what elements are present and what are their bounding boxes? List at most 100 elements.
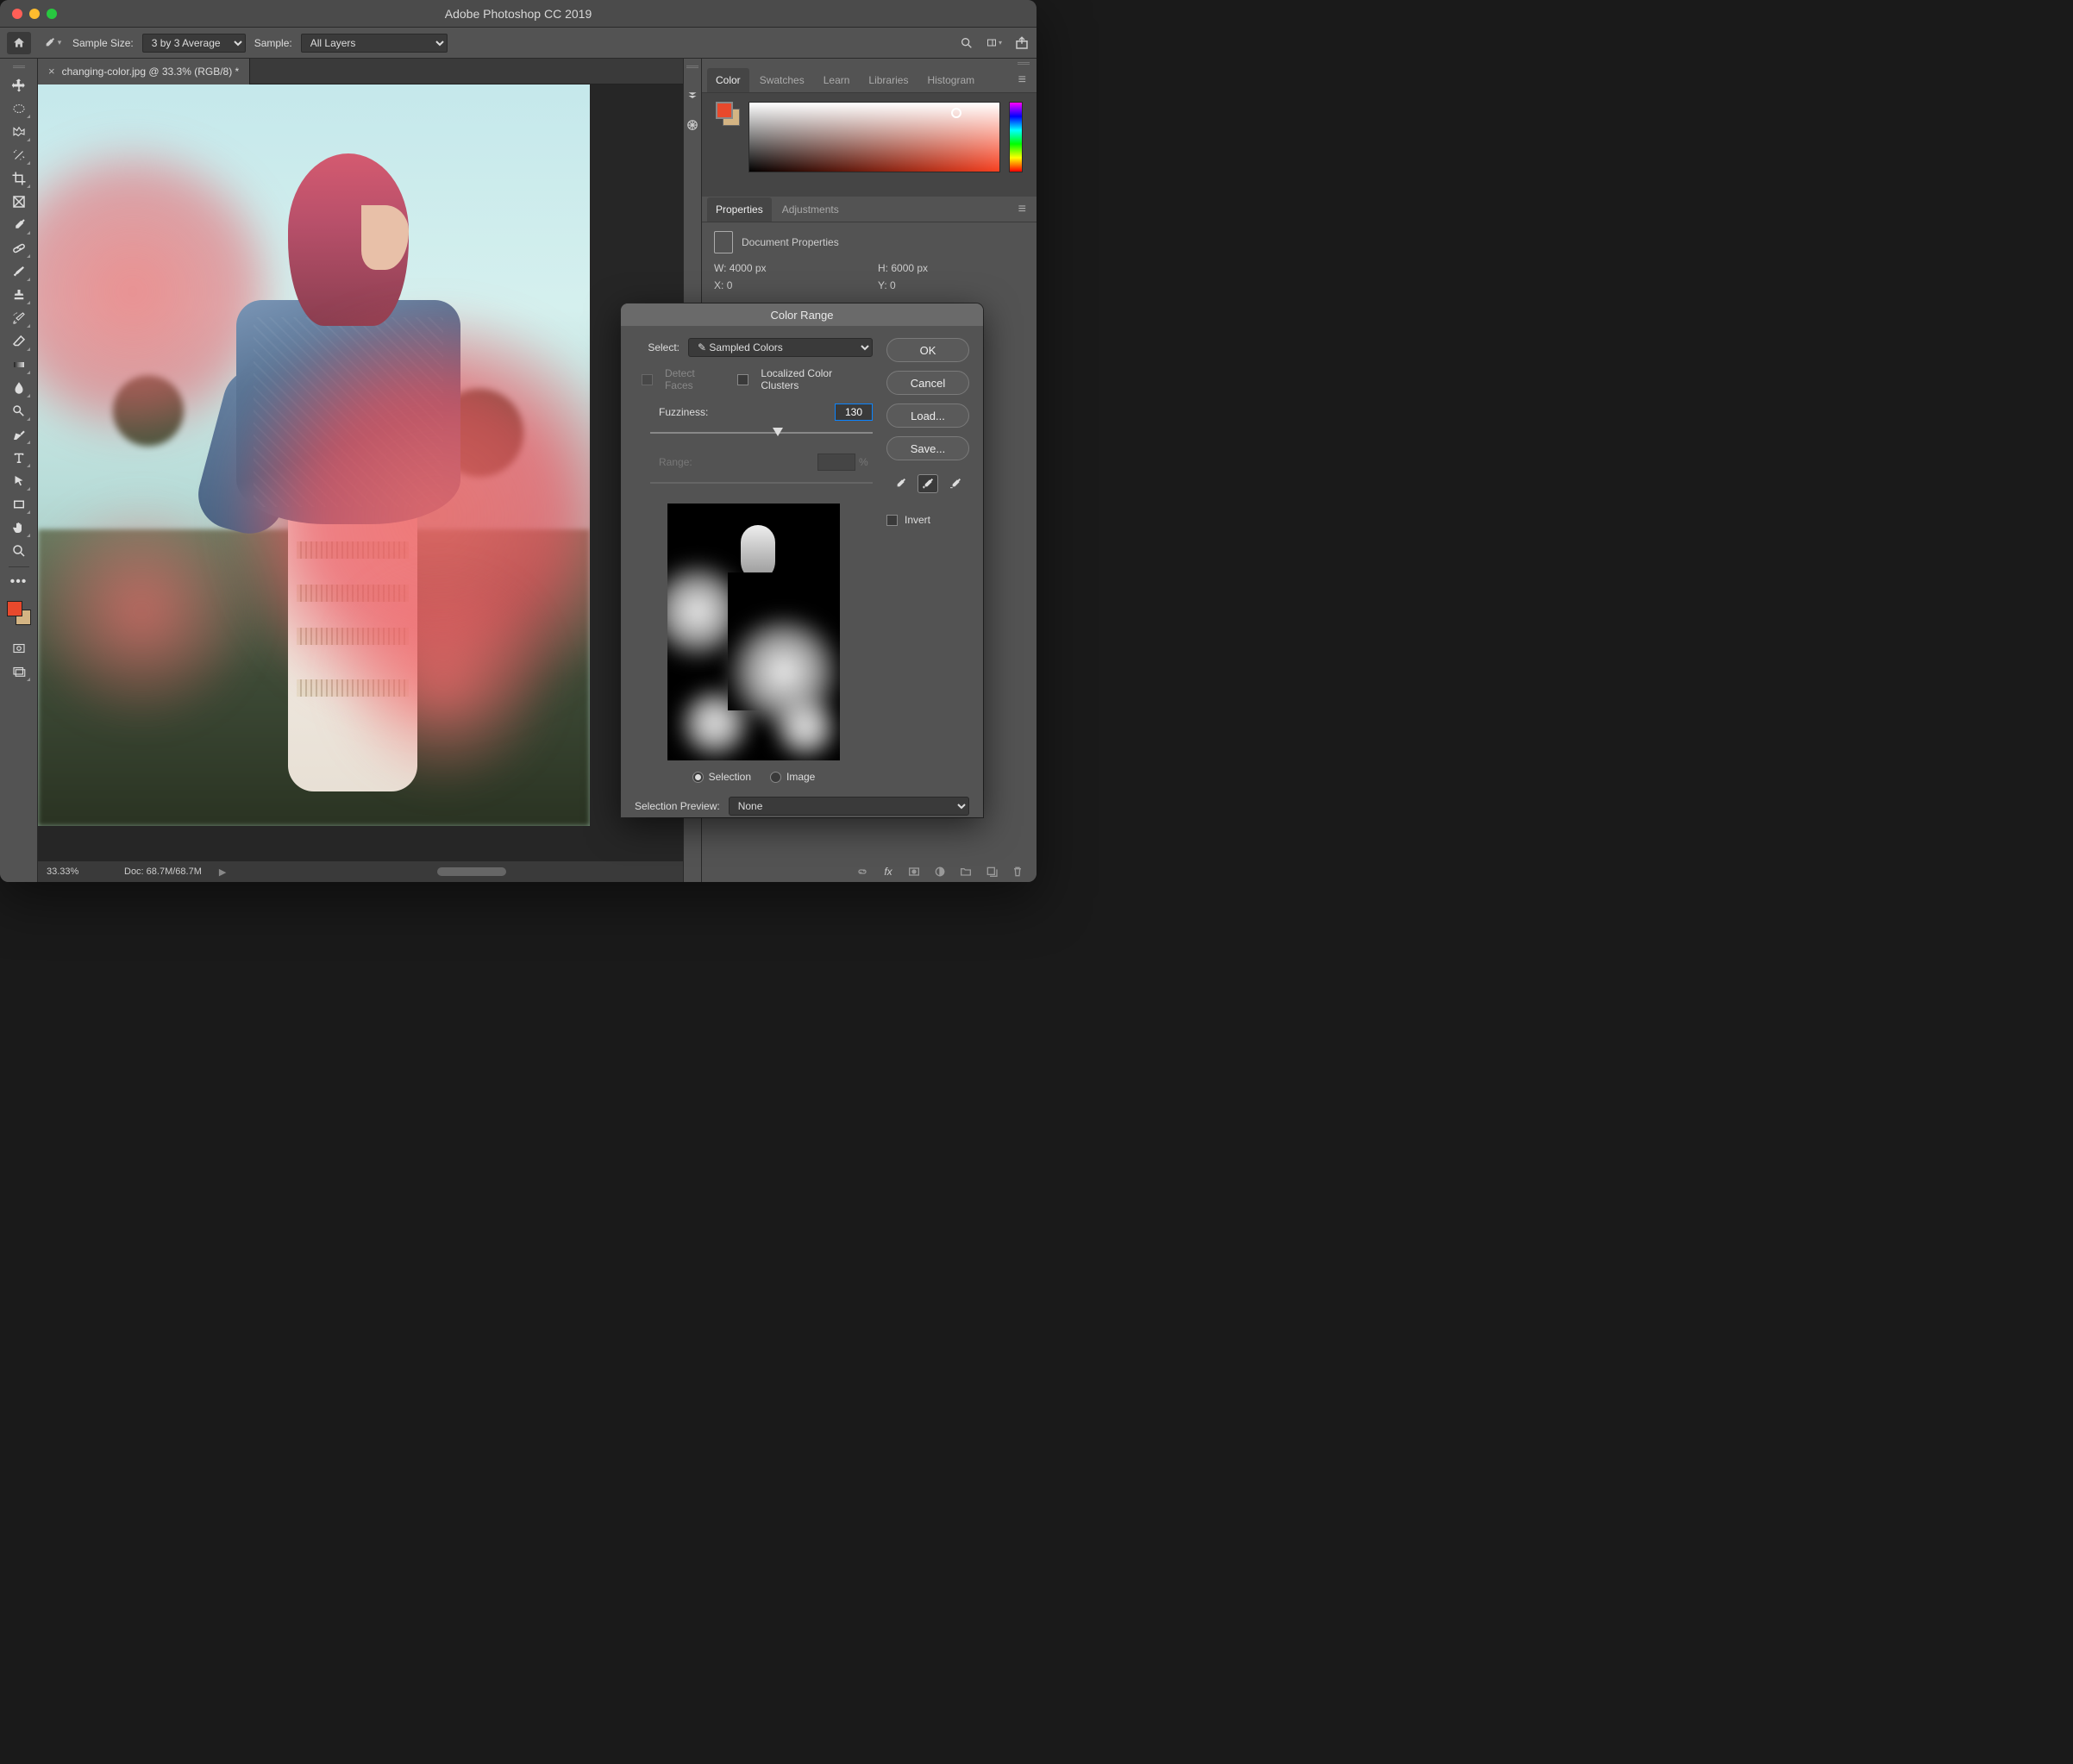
- workspace-button[interactable]: ▾: [986, 35, 1002, 51]
- mask-icon[interactable]: [907, 865, 921, 879]
- select-dropdown[interactable]: ✎ Sampled Colors: [688, 338, 873, 357]
- panel-menu-button[interactable]: ≡: [1013, 202, 1031, 217]
- blur-tool[interactable]: [6, 377, 32, 399]
- panel-menu-button[interactable]: ≡: [1013, 72, 1031, 88]
- dodge-tool[interactable]: [6, 400, 32, 422]
- path-select-tool[interactable]: [6, 470, 32, 492]
- tab-learn[interactable]: Learn: [815, 68, 859, 92]
- document-tab[interactable]: × changing-color.jpg @ 33.3% (RGB/8) *: [38, 59, 250, 84]
- search-button[interactable]: [959, 35, 974, 51]
- brush-tool[interactable]: [6, 260, 32, 283]
- eyedropper-icon: [893, 477, 907, 491]
- move-tool[interactable]: [6, 74, 32, 97]
- panel-foreground-color[interactable]: [716, 102, 733, 119]
- x-value: 0: [727, 279, 733, 291]
- brushes-panel-icon[interactable]: [685, 117, 700, 133]
- invert-checkbox[interactable]: [886, 515, 898, 526]
- brush-settings-icon[interactable]: [685, 88, 700, 103]
- frame-tool[interactable]: [6, 191, 32, 213]
- detect-faces-label: Detect Faces: [665, 367, 725, 391]
- tab-adjustments[interactable]: Adjustments: [773, 197, 848, 222]
- cancel-button[interactable]: Cancel: [886, 371, 969, 395]
- clone-stamp-tool[interactable]: [6, 284, 32, 306]
- selection-preview-dropdown[interactable]: None: [729, 797, 969, 816]
- fullscreen-window-button[interactable]: [47, 9, 57, 19]
- tab-swatches[interactable]: Swatches: [751, 68, 813, 92]
- sample-size-select[interactable]: 3 by 3 Average: [142, 34, 246, 53]
- adjustment-layer-icon[interactable]: [933, 865, 947, 879]
- home-button[interactable]: [7, 32, 31, 54]
- eyedropper-plus-icon: [921, 477, 935, 491]
- eyedropper-add[interactable]: [918, 474, 938, 493]
- detect-faces-checkbox: [642, 374, 653, 385]
- selection-radio[interactable]: Selection: [692, 771, 751, 783]
- sample-select[interactable]: All Layers: [301, 34, 448, 53]
- panel-color-swatches[interactable]: [716, 102, 740, 126]
- fuzziness-label: Fuzziness:: [659, 406, 835, 418]
- lasso-tool[interactable]: [6, 121, 32, 143]
- hue-slider[interactable]: [1009, 102, 1023, 172]
- edit-toolbar-button[interactable]: •••: [6, 571, 32, 593]
- fx-icon[interactable]: fx: [881, 865, 895, 879]
- quick-select-tool[interactable]: [6, 144, 32, 166]
- type-icon: [11, 450, 27, 466]
- tab-color[interactable]: Color: [707, 68, 749, 92]
- color-swatches[interactable]: [7, 601, 31, 625]
- eraser-tool[interactable]: [6, 330, 32, 353]
- selection-preview[interactable]: [667, 504, 840, 760]
- load-button[interactable]: Load...: [886, 403, 969, 428]
- new-layer-icon[interactable]: [985, 865, 999, 879]
- hand-tool[interactable]: [6, 516, 32, 539]
- tab-libraries[interactable]: Libraries: [860, 68, 917, 92]
- foreground-color[interactable]: [7, 601, 22, 616]
- share-button[interactable]: [1014, 35, 1030, 51]
- eyedropper-sample[interactable]: [890, 474, 911, 493]
- type-tool[interactable]: [6, 447, 32, 469]
- tools-panel: •••: [0, 59, 38, 882]
- zoom-icon: [11, 543, 27, 559]
- rectangle-icon: [11, 497, 27, 512]
- canvas[interactable]: [38, 84, 683, 861]
- close-tab-icon[interactable]: ×: [48, 65, 55, 78]
- fuzziness-slider[interactable]: [650, 426, 873, 440]
- gradient-tool[interactable]: [6, 353, 32, 376]
- zoom-tool[interactable]: [6, 540, 32, 562]
- screen-mode-button[interactable]: [6, 660, 32, 683]
- ok-button[interactable]: OK: [886, 338, 969, 362]
- crop-tool[interactable]: [6, 167, 32, 190]
- dock-grip[interactable]: [686, 66, 698, 71]
- height-label: H:: [878, 262, 888, 274]
- status-bar: 33.33% Doc: 68.7M/68.7M ▶: [38, 861, 683, 882]
- horizontal-scrollbar[interactable]: [243, 866, 674, 877]
- image-radio[interactable]: Image: [770, 771, 815, 783]
- zoom-level[interactable]: 33.33%: [47, 866, 107, 877]
- tab-histogram[interactable]: Histogram: [918, 68, 983, 92]
- range-pct: %: [859, 456, 873, 468]
- marquee-tool[interactable]: [6, 97, 32, 120]
- history-brush-tool[interactable]: [6, 307, 32, 329]
- tab-properties[interactable]: Properties: [707, 197, 772, 222]
- tool-preset-picker[interactable]: ▾: [40, 32, 64, 54]
- toolbar-grip[interactable]: [13, 66, 25, 71]
- sample-label: Sample:: [254, 37, 292, 49]
- spot-heal-tool[interactable]: [6, 237, 32, 260]
- frame-icon: [11, 194, 27, 210]
- color-picker-field[interactable]: [748, 102, 1000, 172]
- eyedropper-subtract[interactable]: [945, 474, 966, 493]
- fuzziness-input[interactable]: [835, 403, 873, 421]
- link-layers-icon[interactable]: [855, 865, 869, 879]
- pen-tool[interactable]: [6, 423, 32, 446]
- doc-info[interactable]: Doc: 68.7M/68.7M: [124, 866, 202, 877]
- group-icon[interactable]: [959, 865, 973, 879]
- minimize-window-button[interactable]: [29, 9, 40, 19]
- width-label: W:: [714, 262, 726, 274]
- range-slider: [650, 476, 873, 490]
- quick-mask-button[interactable]: [6, 637, 32, 660]
- close-window-button[interactable]: [12, 9, 22, 19]
- localized-checkbox[interactable]: [737, 374, 748, 385]
- delete-layer-icon[interactable]: [1011, 865, 1024, 879]
- save-button[interactable]: Save...: [886, 436, 969, 460]
- rectangle-tool[interactable]: [6, 493, 32, 516]
- gradient-icon: [11, 357, 27, 372]
- eyedropper-tool[interactable]: [6, 214, 32, 236]
